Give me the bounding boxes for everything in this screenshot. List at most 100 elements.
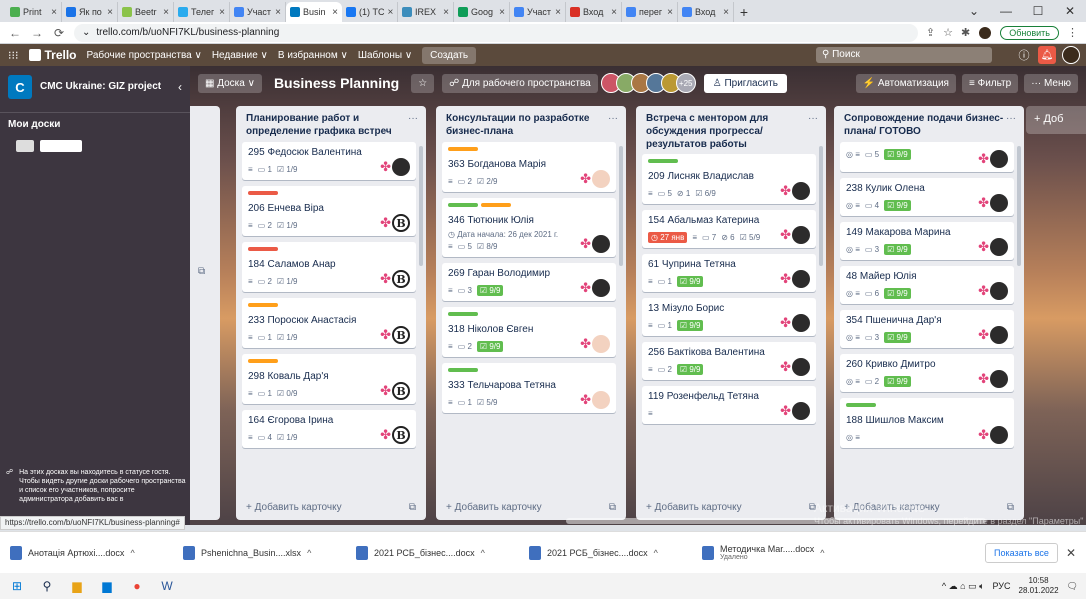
list-header[interactable]: Планирование работ и определение графика… <box>236 106 426 140</box>
card[interactable]: 333 Тельчарова Тетяна ≡ ▭ 1 ☑ 5/9 ✤ <box>442 363 616 413</box>
user-avatar[interactable] <box>1062 46 1080 64</box>
chevron-up-icon[interactable]: ^ <box>307 548 311 558</box>
member-avatar[interactable]: B <box>392 426 410 444</box>
card-members[interactable]: ✤ B <box>380 426 410 444</box>
card[interactable]: 61 Чуприна Тетяна ≡ ▭ 1 ☑ 9/9 ✤ <box>642 254 816 292</box>
card-members[interactable]: ✤ <box>780 270 810 288</box>
card-members[interactable]: ✤ <box>580 335 610 353</box>
member-avatar[interactable] <box>592 170 610 188</box>
notifications-icon[interactable]: 🗨︎ <box>1067 581 1078 592</box>
list-scrollbar[interactable] <box>1017 146 1021 266</box>
member-avatar[interactable] <box>990 238 1008 256</box>
filter-button[interactable]: ≡ Фильтр <box>961 73 1019 93</box>
member-avatar[interactable] <box>792 182 810 200</box>
renew-button[interactable]: Обновить <box>1000 25 1059 40</box>
card-members[interactable]: ✤ <box>580 170 610 188</box>
card-members[interactable]: ✤ <box>978 326 1008 344</box>
template-icon[interactable]: ⧉ <box>609 502 616 513</box>
browser-tab[interactable]: Goog × <box>454 2 510 22</box>
browser-tab[interactable]: Як по × <box>62 2 118 22</box>
menu-starred[interactable]: В избранном ∨ <box>278 50 348 61</box>
close-tab-icon[interactable]: × <box>611 7 617 18</box>
card[interactable]: 298 Коваль Дар'я ≡ ▭ 1 ☑ 0/9 ✤ B <box>242 354 416 404</box>
close-tab-icon[interactable]: × <box>163 7 169 18</box>
card-members[interactable]: ✤ <box>978 426 1008 444</box>
app-icon[interactable]: ▆ <box>98 577 116 595</box>
close-tab-icon[interactable]: × <box>555 7 561 18</box>
close-download-bar-icon[interactable]: ✕ <box>1066 546 1076 560</box>
close-tab-icon[interactable]: × <box>51 7 57 18</box>
card-label[interactable] <box>448 203 478 207</box>
browser-tab[interactable]: Print × <box>6 2 62 22</box>
new-tab-button[interactable]: + <box>734 2 754 22</box>
add-list-button[interactable]: + Доб <box>1026 106 1086 134</box>
member-avatar[interactable] <box>792 358 810 376</box>
chevron-up-icon[interactable]: ^ <box>654 548 658 558</box>
member-avatar[interactable]: B <box>392 214 410 232</box>
browser-tab[interactable]: Вход × <box>566 2 622 22</box>
card[interactable]: 260 Кривко Дмитро ◎ ≡ ▭ 2 ☑ 9/9 ✤ <box>840 354 1014 392</box>
member-avatar[interactable] <box>592 391 610 409</box>
card[interactable]: 269 Гаран Володимир ≡ ▭ 3 ☑ 9/9 ✤ <box>442 263 616 301</box>
download-item[interactable]: Методичка Mar.....docx Удалено ^ <box>702 544 867 561</box>
card[interactable]: 184 Саламов Анар ≡ ▭ 2 ☑ 1/9 ✤ B <box>242 242 416 292</box>
close-tab-icon[interactable]: × <box>443 7 449 18</box>
share-icon[interactable]: ⇪ <box>926 26 935 39</box>
card-label[interactable] <box>248 191 278 195</box>
show-all-downloads-button[interactable]: Показать все <box>984 542 1058 563</box>
card-members[interactable]: ✤ <box>580 279 610 297</box>
list-header[interactable]: Сопровождение подачи бизнес-плана/ ГОТОВ… <box>834 106 1024 140</box>
list-header[interactable]: Встреча с ментором для обсуждения прогре… <box>636 106 826 153</box>
browser-tab[interactable]: Beetr × <box>118 2 174 22</box>
apps-grid-icon[interactable]: ⁝⁝⁝ <box>8 49 19 62</box>
info-icon[interactable]: ⓘ <box>1016 47 1032 63</box>
card[interactable]: 154 Абальмаз Катерина ◷ 27 янв ≡ ▭ 7 ⊘ 6 ☑ 5/… <box>642 210 816 248</box>
automation-button[interactable]: ⚡ Автоматизация <box>855 73 956 93</box>
member-avatar[interactable] <box>990 194 1008 212</box>
card-members[interactable]: ✤ <box>978 238 1008 256</box>
card-members[interactable]: ✤ <box>780 182 810 200</box>
list-menu-icon[interactable]: ··· <box>608 112 618 138</box>
browser-tab[interactable]: перег × <box>622 2 678 22</box>
star-icon[interactable]: ☆ <box>943 26 953 39</box>
member-avatar[interactable] <box>592 335 610 353</box>
browser-tab[interactable]: Участ × <box>510 2 566 22</box>
chevron-down-icon[interactable]: ⌄ <box>958 0 990 22</box>
member-avatar[interactable] <box>990 282 1008 300</box>
kebab-menu-icon[interactable]: ⋮ <box>1067 26 1078 39</box>
board-title[interactable]: Business Planning <box>270 75 403 91</box>
list-menu-icon[interactable]: ··· <box>408 112 418 138</box>
collapse-sidebar-icon[interactable]: ‹ <box>178 80 182 94</box>
close-tab-icon[interactable]: × <box>219 7 225 18</box>
card-label[interactable] <box>448 147 478 151</box>
card-members[interactable]: ✤ B <box>380 382 410 400</box>
card-label[interactable] <box>648 159 678 163</box>
url-input[interactable]: ⌄ trello.com/b/uoNFI7KL/business-plannin… <box>74 23 918 42</box>
workspace-header[interactable]: C CMC Ukraine: GIZ project ‹ <box>0 66 190 108</box>
list-menu-icon[interactable]: ··· <box>808 112 818 151</box>
maximize-button[interactable]: ☐ <box>1022 0 1054 22</box>
board-members[interactable]: +25 <box>600 73 696 93</box>
add-card-button[interactable]: + Добавить карточку ⧉ <box>246 498 416 516</box>
chevron-up-icon[interactable]: ^ <box>130 548 134 558</box>
member-avatar[interactable] <box>592 235 610 253</box>
card-members[interactable]: ✤ <box>780 314 810 332</box>
close-tab-icon[interactable]: × <box>667 7 673 18</box>
chrome-icon[interactable]: ● <box>128 577 146 595</box>
close-tab-icon[interactable]: × <box>499 7 505 18</box>
member-avatar[interactable] <box>392 158 410 176</box>
chevron-up-icon[interactable]: ^ <box>820 548 824 558</box>
browser-tab[interactable]: Участ × <box>230 2 286 22</box>
member-avatar[interactable] <box>792 314 810 332</box>
trello-logo[interactable]: Trello <box>28 48 77 62</box>
board-menu-button[interactable]: ··· Меню <box>1024 73 1078 93</box>
browser-tab[interactable]: (1) ТС × <box>342 2 398 22</box>
card[interactable]: 119 Розенфельд Тетяна ≡ ✤ <box>642 386 816 424</box>
member-avatar[interactable] <box>792 270 810 288</box>
card[interactable]: 164 Єгорова Ірина ≡ ▭ 4 ☑ 1/9 ✤ B <box>242 410 416 448</box>
list-menu-icon[interactable]: ··· <box>1006 112 1016 138</box>
menu-workspaces[interactable]: Рабочие пространства ∨ <box>87 50 202 61</box>
invite-button[interactable]: ♙ Пригласить <box>703 73 787 93</box>
minimize-button[interactable]: — <box>990 0 1022 22</box>
close-tab-icon[interactable]: × <box>388 7 394 18</box>
